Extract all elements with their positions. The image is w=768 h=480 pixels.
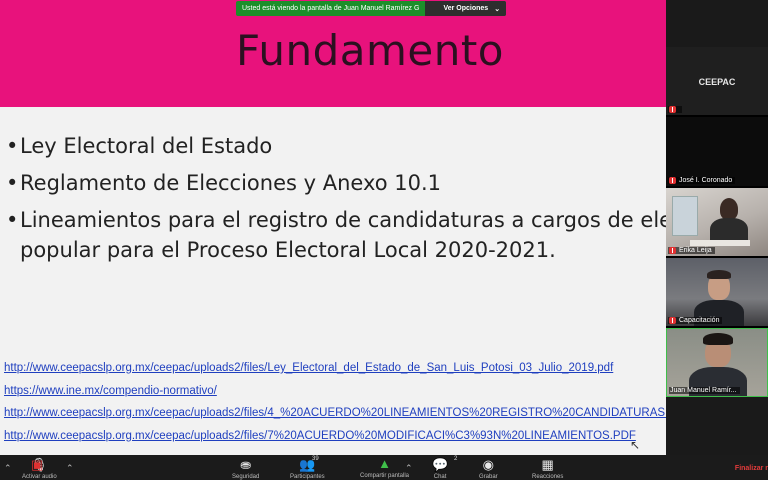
toolbar-label: Activar audio <box>22 474 57 480</box>
video-options-chevron[interactable]: ⌃ <box>66 459 74 474</box>
grid-icon: ▦ <box>541 457 554 472</box>
audio-options-chevron[interactable]: ⌃ <box>4 459 12 474</box>
participant-video-panel: CEEPAC José I. Coronado Erika Leija Capa… <box>666 47 768 397</box>
participant-hair <box>707 270 731 279</box>
participant-name: Juan Manuel Ramír... <box>670 387 737 394</box>
participant-tile[interactable]: CEEPAC <box>666 47 768 117</box>
share-options-chevron[interactable]: ⌃ <box>405 459 413 474</box>
link-ine-compendio[interactable]: https://www.ine.mx/compendio-normativo/ <box>4 380 666 403</box>
chat-bubble-icon: 💬 <box>432 457 449 472</box>
mic-muted-icon <box>669 177 676 184</box>
desk-surface <box>690 240 750 246</box>
reactions-button[interactable]: ▦ Reacciones <box>532 458 563 480</box>
participant-display-name: CEEPAC <box>698 77 736 87</box>
zoom-meeting-window: Fundamento Ley Electoral del Estado Regl… <box>0 0 768 480</box>
bullet-item: Ley Electoral del Estado <box>6 131 666 161</box>
mic-muted-icon <box>669 247 676 254</box>
slide-title: Fundamento <box>235 26 505 75</box>
share-screen-button[interactable]: ▲ Compartir pantalla <box>360 456 410 480</box>
video-off-icon: ▣ <box>31 457 44 472</box>
chevron-up-icon: ⌃ <box>66 463 74 473</box>
participant-name: Erika Leija <box>679 247 712 254</box>
toolbar-label: Participantes <box>290 474 325 480</box>
participant-name: Capacitación <box>679 317 720 324</box>
participant-name-tag: Capacitación <box>668 317 723 324</box>
toolbar-label: Compartir pantalla <box>360 473 410 479</box>
chevron-down-icon: ⌄ <box>494 5 501 13</box>
bullet-text-line2: popular para el Proceso Electoral Local … <box>20 238 556 262</box>
bullet-text-line1: Lineamientos para el registro de candida… <box>20 208 666 232</box>
mic-muted-icon <box>669 106 676 113</box>
view-options-button[interactable]: Ver Opciones ⌄ <box>425 1 507 16</box>
view-options-label: Ver Opciones <box>443 5 489 12</box>
participants-count-badge: 39 <box>312 456 319 462</box>
participant-tile[interactable]: Capacitación <box>666 258 768 328</box>
shared-slide: Fundamento Ley Electoral del Estado Regl… <box>0 0 666 455</box>
reference-links: http://www.ceepacslp.org.mx/ceepac/uploa… <box>4 357 666 447</box>
bullet-list: Ley Electoral del Estado Reglamento de E… <box>6 131 666 265</box>
participant-hair <box>703 333 733 345</box>
participants-button[interactable]: 👥 39 Participantes <box>290 456 325 480</box>
chat-button[interactable]: 💬 2 Chat <box>432 456 457 480</box>
share-banner-text: Usted está viendo la pantalla de Juan Ma… <box>242 5 420 12</box>
end-meeting-button[interactable]: Finalizar r <box>735 465 768 472</box>
bullet-item: Reglamento de Elecciones y Anexo 10.1 <box>6 168 666 198</box>
link-acuerdo-modificacion[interactable]: http://www.ceepacslp.org.mx/ceepac/uploa… <box>4 425 666 448</box>
toolbar-label: Seguridad <box>232 474 260 480</box>
screen-share-banner: Usted está viendo la pantalla de Juan Ma… <box>236 1 507 16</box>
shield-icon: ⛂ <box>240 457 252 472</box>
record-button[interactable]: ◉ Grabar <box>479 458 498 480</box>
toolbar-label: Chat <box>433 474 447 480</box>
participant-tile-active-speaker[interactable]: Juan Manuel Ramír... <box>666 328 768 397</box>
share-screen-icon: ▲ <box>378 456 391 471</box>
participant-tile[interactable]: José I. Coronado <box>666 117 768 188</box>
start-video-button[interactable]: ▣ <box>31 458 43 472</box>
chevron-up-icon: ⌃ <box>4 463 12 473</box>
bullet-item: Lineamientos para el registro de candida… <box>6 205 666 265</box>
link-acuerdo-lineamientos[interactable]: http://www.ceepacslp.org.mx/ceepac/uploa… <box>4 402 666 425</box>
link-ley-electoral[interactable]: http://www.ceepacslp.org.mx/ceepac/uploa… <box>4 357 666 380</box>
mic-muted-icon <box>669 317 676 324</box>
mouse-cursor-icon: ↖ <box>630 438 641 452</box>
participant-name-tag: Erika Leija <box>668 247 715 254</box>
chat-count-badge: 2 <box>454 456 458 462</box>
participant-tile[interactable]: Erika Leija <box>666 188 768 258</box>
record-icon: ◉ <box>482 457 495 472</box>
chevron-up-icon: ⌃ <box>405 463 413 473</box>
meeting-toolbar: ⌃ 🎙 Activar audio ▣ ⌃ ⛂ Seguridad 👥 39 P… <box>0 455 768 480</box>
participant-name-tag: José I. Coronado <box>668 177 736 184</box>
participant-name-tag: Juan Manuel Ramír... <box>669 387 740 394</box>
window-background <box>672 196 698 236</box>
toolbar-label: Reacciones <box>532 474 564 480</box>
toolbar-label: Grabar <box>479 474 498 480</box>
participant-video-person <box>720 198 738 220</box>
participant-name-tag <box>668 106 682 113</box>
security-button[interactable]: ⛂ Seguridad <box>232 458 259 480</box>
participant-name: José I. Coronado <box>679 177 733 184</box>
